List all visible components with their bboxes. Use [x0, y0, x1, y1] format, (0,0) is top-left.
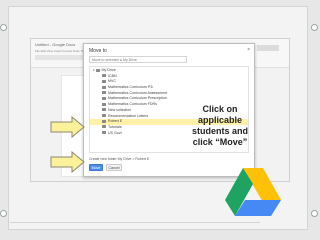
close-icon[interactable]: ×	[247, 47, 250, 53]
folder-label: My Drive	[101, 68, 116, 72]
arrow-icon	[50, 116, 85, 138]
folder-icon	[102, 114, 106, 118]
dialog-title: Move to	[89, 48, 107, 54]
folder-icon	[102, 79, 106, 83]
folder-icon	[102, 102, 106, 106]
folder-label: Tutorials	[108, 124, 122, 129]
folder-label: Mathematics Curriculum P.6	[108, 85, 153, 90]
google-drive-icon	[225, 168, 281, 216]
folder-icon	[102, 108, 106, 112]
corner-dot-bottom-right	[311, 210, 318, 217]
instruction-line: Click on	[202, 104, 238, 114]
folder-label: Robert E	[108, 119, 123, 124]
corner-dot-top-right	[311, 24, 318, 31]
instruction-line: students and	[191, 126, 248, 136]
folder-label: ICBN	[108, 73, 117, 78]
cancel-button[interactable]: Cancel	[106, 164, 122, 171]
folder-icon	[102, 91, 106, 95]
folder-icon	[95, 68, 100, 72]
folder-label: MVC	[108, 79, 116, 84]
folder-label: Mathematics Curriculum Assessment	[108, 90, 168, 95]
instruction-line: applicable	[197, 115, 242, 125]
background-share-button	[257, 45, 279, 51]
instruction-line: click “Move”	[192, 137, 248, 147]
folder-icon	[102, 131, 106, 135]
folder-icon	[102, 85, 106, 89]
corner-dot-top-left	[0, 24, 7, 31]
move-destination-field: Move to selected: ▸ My Drive	[89, 56, 187, 63]
slide-bottom-rule	[10, 222, 260, 223]
arrow-icon	[50, 151, 85, 173]
folder-icon	[102, 119, 106, 123]
move-button[interactable]: Move	[89, 164, 103, 171]
create-new-folder-link[interactable]: Create new folder My Drive > Robert E	[89, 157, 149, 161]
corner-dot-bottom-left	[0, 210, 7, 217]
background-doc-title: Untitled - Google Docs	[35, 42, 76, 47]
folder-label: US Govt	[108, 130, 122, 135]
folder-icon	[102, 125, 106, 129]
folder-label: Mathematics Curriculum FDRs	[108, 102, 157, 107]
folder-icon	[102, 74, 106, 78]
instruction-text: Click on applicable students and click “…	[186, 104, 254, 148]
folder-label: Mathematics Curriculum Prescription	[108, 96, 167, 101]
folder-label: New collection	[108, 107, 132, 112]
folder-label: Recommendation Letters	[108, 113, 149, 118]
folder-icon	[102, 96, 106, 100]
